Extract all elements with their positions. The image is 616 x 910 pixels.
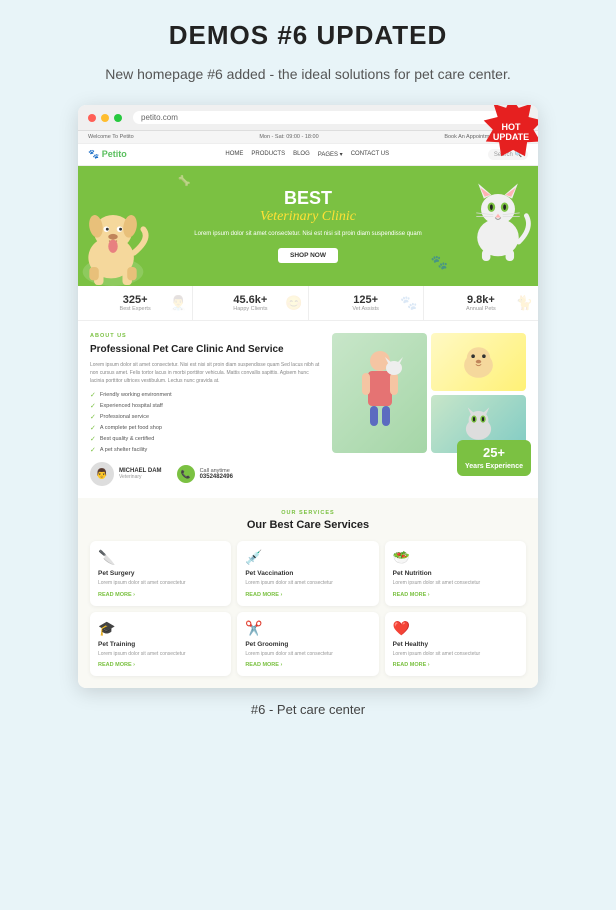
service-training: 🎓 Pet Training Lorem ipsum dolor sit ame… <box>90 612 231 677</box>
url-bar[interactable]: petito.com <box>133 111 528 124</box>
service-vaccination: 💉 Pet Vaccination Lorem ipsum dolor sit … <box>237 541 378 606</box>
nav-bar: 🐾 Petito HOME PRODUCTS BLOG PAGES ▾ CONT… <box>78 144 538 166</box>
hero-description: Lorem ipsum dolor sit amet consectetur. … <box>194 230 421 239</box>
stat-assists: 125+ Vet Assists 🐾 <box>309 286 424 320</box>
vet-avatar: 👨 <box>90 462 114 486</box>
service-healthy-desc: Lorem ipsum dolor sit amet consectetur <box>393 651 518 659</box>
nav-home[interactable]: HOME <box>225 151 243 158</box>
service-nutrition-desc: Lorem ipsum dolor sit amet consectetur <box>393 580 518 588</box>
call-number: 0352482496 <box>200 474 233 480</box>
topbar-hours: Mon - Sat: 09:00 - 18:00 <box>259 134 318 140</box>
stat-pets: 9.8k+ Annual Pets 🐈 <box>424 286 538 320</box>
dot-green <box>114 114 122 122</box>
services-title: Our Best Care Services <box>90 519 526 531</box>
feature-2: ✓Experienced hospital staff <box>90 402 322 410</box>
service-grooming-link[interactable]: READ MORE › <box>245 662 370 668</box>
nav-blog[interactable]: BLOG <box>293 151 310 158</box>
feature-6: ✓A pet shelter facility <box>90 446 322 454</box>
dot-yellow <box>101 114 109 122</box>
feature-4: ✓A complete pet food shop <box>90 424 322 432</box>
stat-experts: 325+ Best Experts 👨‍⚕️ <box>78 286 193 320</box>
browser-chrome: petito.com <box>78 105 538 131</box>
services-section: OUR SERVICES Our Best Care Services 🔪 Pe… <box>78 498 538 688</box>
paw-decoration-1: 🐾 <box>431 254 448 271</box>
about-left: ABOUT US Professional Pet Care Clinic An… <box>90 333 322 486</box>
service-surgery-icon: 🔪 <box>98 549 223 566</box>
vet-info: 👨 MICHAEL DAM Veterinary 📞 Call anytime … <box>90 462 322 486</box>
feature-3: ✓Professional service <box>90 413 322 421</box>
service-training-icon: 🎓 <box>98 620 223 637</box>
call-info: 📞 Call anytime 0352482496 <box>177 465 233 483</box>
service-training-name: Pet Training <box>98 641 223 648</box>
about-section: ABOUT US Professional Pet Care Clinic An… <box>78 321 538 498</box>
service-healthy: ❤️ Pet Healthy Lorem ipsum dolor sit ame… <box>385 612 526 677</box>
nav-links: HOME PRODUCTS BLOG PAGES ▾ CONTACT US <box>225 151 389 158</box>
service-surgery: 🔪 Pet Surgery Lorem ipsum dolor sit amet… <box>90 541 231 606</box>
service-vaccination-icon: 💉 <box>245 549 370 566</box>
experience-badge: 25+ Years Experience <box>457 440 531 476</box>
top-bar: Welcome To Petito Mon - Sat: 09:00 - 18:… <box>78 131 538 144</box>
hero-section: BEST Veterinary Clinic Lorem ipsum dolor… <box>78 166 538 286</box>
service-healthy-name: Pet Healthy <box>393 641 518 648</box>
stats-bar: 325+ Best Experts 👨‍⚕️ 45.6k+ Happy Clie… <box>78 286 538 321</box>
service-nutrition-link[interactable]: READ MORE › <box>393 592 518 598</box>
services-grid: 🔪 Pet Surgery Lorem ipsum dolor sit amet… <box>90 541 526 676</box>
service-vaccination-name: Pet Vaccination <box>245 570 370 577</box>
hero-cat <box>463 176 533 261</box>
service-surgery-name: Pet Surgery <box>98 570 223 577</box>
stat-clients: 45.6k+ Happy Clients 😊 <box>193 286 308 320</box>
hero-dog <box>78 196 153 286</box>
service-surgery-desc: Lorem ipsum dolor sit amet consectetur <box>98 580 223 588</box>
site-content: Welcome To Petito Mon - Sat: 09:00 - 18:… <box>78 131 538 688</box>
page-subtitle: New homepage #6 added - the ideal soluti… <box>105 63 510 85</box>
service-healthy-link[interactable]: READ MORE › <box>393 662 518 668</box>
nav-contact[interactable]: CONTACT US <box>351 151 389 158</box>
service-nutrition: 🥗 Pet Nutrition Lorem ipsum dolor sit am… <box>385 541 526 606</box>
vet-title: Veterinary <box>119 474 162 480</box>
nav-products[interactable]: PRODUCTS <box>251 151 285 158</box>
hero-cta-button[interactable]: SHOP NOW <box>278 248 338 263</box>
about-title: Professional Pet Care Clinic And Service <box>90 343 322 356</box>
feature-1: ✓Friendly working environment <box>90 391 322 399</box>
about-right: 25+ Years Experience <box>332 333 526 486</box>
service-grooming-icon: ✂️ <box>245 620 370 637</box>
service-vaccination-link[interactable]: READ MORE › <box>245 592 370 598</box>
service-grooming: ✂️ Pet Grooming Lorem ipsum dolor sit am… <box>237 612 378 677</box>
service-surgery-link[interactable]: READ MORE › <box>98 592 223 598</box>
service-grooming-name: Pet Grooming <box>245 641 370 648</box>
hero-title: BEST Veterinary Clinic <box>260 189 356 225</box>
nav-pages[interactable]: PAGES ▾ <box>318 151 343 158</box>
paw-decoration-2: 🦴 <box>178 176 190 187</box>
nav-logo: 🐾 Petito <box>88 149 127 160</box>
service-nutrition-name: Pet Nutrition <box>393 570 518 577</box>
page-caption: #6 - Pet care center <box>251 702 365 717</box>
dot-red <box>88 114 96 122</box>
service-healthy-icon: ❤️ <box>393 620 518 637</box>
page-title: DEMOS #6 UPDATED <box>169 20 447 51</box>
about-tag: ABOUT US <box>90 333 322 339</box>
services-tag: OUR SERVICES <box>90 510 526 516</box>
photo-top-right <box>431 333 526 391</box>
topbar-welcome: Welcome To Petito <box>88 134 134 140</box>
photo-main <box>332 333 427 453</box>
about-desc: Lorem ipsum dolor sit amet consectetur. … <box>90 361 322 385</box>
browser-mockup: HOT UPDATE petito.com Welcome To Petito … <box>78 105 538 688</box>
call-icon: 📞 <box>177 465 195 483</box>
service-vaccination-desc: Lorem ipsum dolor sit amet consectetur <box>245 580 370 588</box>
service-grooming-desc: Lorem ipsum dolor sit amet consectetur <box>245 651 370 659</box>
service-training-desc: Lorem ipsum dolor sit amet consectetur <box>98 651 223 659</box>
service-training-link[interactable]: READ MORE › <box>98 662 223 668</box>
feature-5: ✓Best quality & certified <box>90 435 322 443</box>
feature-list: ✓Friendly working environment ✓Experienc… <box>90 391 322 454</box>
photo-grid <box>332 333 526 453</box>
service-nutrition-icon: 🥗 <box>393 549 518 566</box>
